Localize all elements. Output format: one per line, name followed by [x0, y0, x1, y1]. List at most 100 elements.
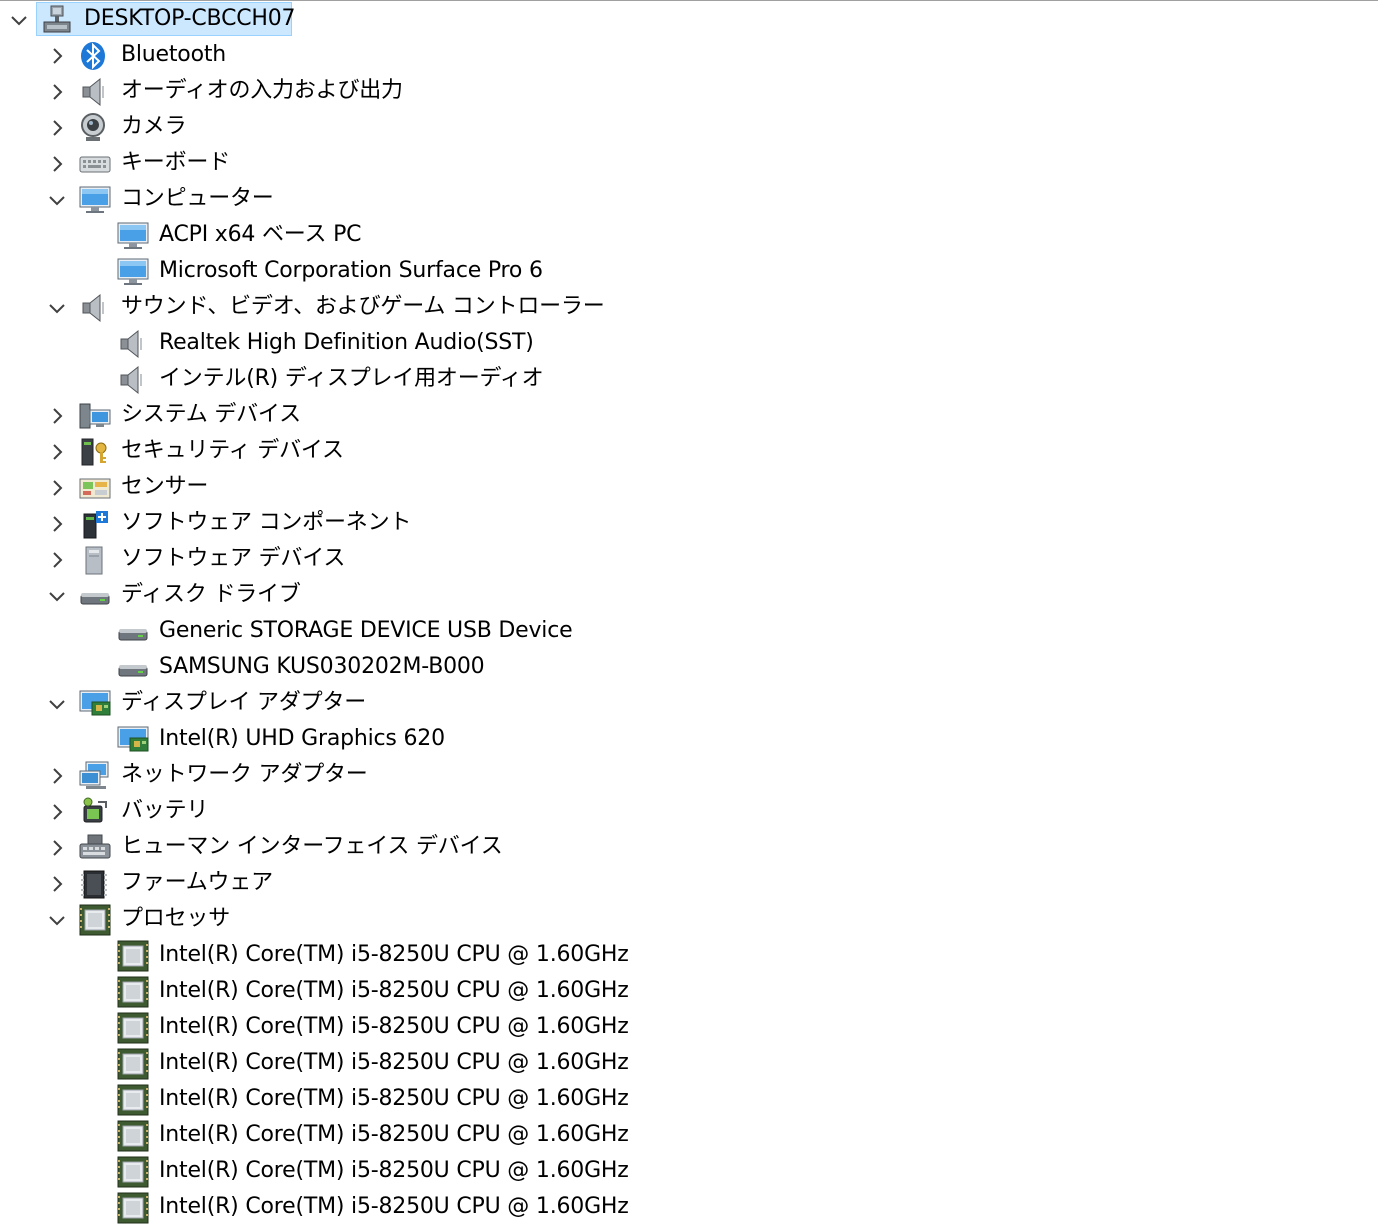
category-row[interactable]: センサー: [0, 470, 1378, 506]
category-row[interactable]: ソフトウェア コンポーネント: [0, 506, 1378, 542]
processor-icon: [116, 1192, 150, 1224]
device-row[interactable]: Intel(R) Core(TM) i5-8250U CPU @ 1.60GHz: [0, 1010, 1378, 1046]
chevron-right-icon[interactable]: [46, 873, 68, 895]
category-row[interactable]: サウンド、ビデオ、およびゲーム コントローラー: [0, 290, 1378, 326]
security-key-icon: [78, 436, 112, 468]
device-label: Intel(R) Core(TM) i5-8250U CPU @ 1.60GHz: [159, 978, 629, 1003]
category-row[interactable]: ネットワーク アダプター: [0, 758, 1378, 794]
category-label: カメラ: [121, 114, 187, 139]
category-row[interactable]: Bluetooth: [0, 38, 1378, 74]
chevron-down-icon[interactable]: [8, 9, 30, 31]
device-row[interactable]: Generic STORAGE DEVICE USB Device: [0, 614, 1378, 650]
category-row[interactable]: ソフトウェア デバイス: [0, 542, 1378, 578]
device-row[interactable]: Intel(R) Core(TM) i5-8250U CPU @ 1.60GHz: [0, 1082, 1378, 1118]
device-row[interactable]: Microsoft Corporation Surface Pro 6: [0, 254, 1378, 290]
category-label: ソフトウェア デバイス: [121, 546, 346, 571]
device-label: Generic STORAGE DEVICE USB Device: [159, 618, 573, 643]
hid-icon: [78, 832, 112, 864]
chevron-down-icon[interactable]: [46, 909, 68, 931]
category-label: ネットワーク アダプター: [121, 762, 368, 787]
processor-icon: [116, 1120, 150, 1152]
category-row[interactable]: バッテリ: [0, 794, 1378, 830]
chevron-right-icon[interactable]: [46, 117, 68, 139]
chevron-down-icon[interactable]: [46, 297, 68, 319]
device-row[interactable]: Intel(R) Core(TM) i5-8250U CPU @ 1.60GHz: [0, 974, 1378, 1010]
processor-icon: [116, 976, 150, 1008]
window-top-border: [0, 0, 1378, 1]
category-label: ディスプレイ アダプター: [121, 690, 367, 715]
device-label: Intel(R) Core(TM) i5-8250U CPU @ 1.60GHz: [159, 1086, 629, 1111]
category-label: バッテリ: [121, 798, 209, 823]
device-label: Intel(R) Core(TM) i5-8250U CPU @ 1.60GHz: [159, 1014, 629, 1039]
device-row[interactable]: Intel(R) Core(TM) i5-8250U CPU @ 1.60GHz: [0, 1154, 1378, 1190]
chevron-right-icon[interactable]: [46, 441, 68, 463]
category-row[interactable]: キーボード: [0, 146, 1378, 182]
chevron-down-icon[interactable]: [46, 189, 68, 211]
display-adapter-icon: [116, 724, 150, 756]
category-row[interactable]: オーディオの入力および出力: [0, 74, 1378, 110]
category-row[interactable]: コンピューター: [0, 182, 1378, 218]
category-label: ファームウェア: [121, 870, 273, 895]
device-row[interactable]: ACPI x64 ベース PC: [0, 218, 1378, 254]
software-component-icon: [78, 508, 112, 540]
device-label: Intel(R) UHD Graphics 620: [159, 726, 445, 751]
device-row[interactable]: インテル(R) ディスプレイ用オーディオ: [0, 362, 1378, 398]
chevron-right-icon[interactable]: [46, 801, 68, 823]
device-row[interactable]: Intel(R) Core(TM) i5-8250U CPU @ 1.60GHz: [0, 1046, 1378, 1082]
category-label: オーディオの入力および出力: [121, 78, 403, 103]
processor-icon: [116, 1156, 150, 1188]
chevron-down-icon[interactable]: [46, 693, 68, 715]
speaker-icon: [78, 292, 112, 324]
chevron-right-icon[interactable]: [46, 153, 68, 175]
chevron-right-icon[interactable]: [46, 81, 68, 103]
device-label: Intel(R) Core(TM) i5-8250U CPU @ 1.60GHz: [159, 1158, 629, 1183]
device-label: Intel(R) Core(TM) i5-8250U CPU @ 1.60GHz: [159, 1122, 629, 1147]
category-row[interactable]: セキュリティ デバイス: [0, 434, 1378, 470]
monitor-icon: [78, 184, 112, 216]
chevron-right-icon[interactable]: [46, 45, 68, 67]
chevron-right-icon[interactable]: [46, 477, 68, 499]
firmware-icon: [78, 868, 112, 900]
system-devices-icon: [78, 400, 112, 432]
speaker-icon: [116, 364, 150, 396]
device-row[interactable]: Intel(R) Core(TM) i5-8250U CPU @ 1.60GHz: [0, 1118, 1378, 1154]
chevron-down-icon[interactable]: [46, 585, 68, 607]
category-row[interactable]: ディスプレイ アダプター: [0, 686, 1378, 722]
software-device-icon: [78, 544, 112, 576]
device-label: ACPI x64 ベース PC: [159, 222, 362, 247]
category-row[interactable]: ヒューマン インターフェイス デバイス: [0, 830, 1378, 866]
category-row[interactable]: ディスク ドライブ: [0, 578, 1378, 614]
speaker-icon: [116, 328, 150, 360]
category-label: Bluetooth: [121, 42, 226, 67]
category-label: セキュリティ デバイス: [121, 438, 344, 463]
category-row[interactable]: システム デバイス: [0, 398, 1378, 434]
category-row[interactable]: ファームウェア: [0, 866, 1378, 902]
speaker-icon: [78, 76, 112, 108]
disk-drive-icon: [116, 616, 150, 648]
device-row[interactable]: SAMSUNG KUS030202M-B000: [0, 650, 1378, 686]
category-label: システム デバイス: [121, 402, 301, 427]
chevron-right-icon[interactable]: [46, 549, 68, 571]
chevron-right-icon[interactable]: [46, 837, 68, 859]
device-row[interactable]: Intel(R) UHD Graphics 620: [0, 722, 1378, 758]
device-row[interactable]: Intel(R) Core(TM) i5-8250U CPU @ 1.60GHz: [0, 1190, 1378, 1226]
display-adapter-icon: [78, 688, 112, 720]
device-row[interactable]: Intel(R) Core(TM) i5-8250U CPU @ 1.60GHz: [0, 938, 1378, 974]
category-row[interactable]: カメラ: [0, 110, 1378, 146]
category-label: サウンド、ビデオ、およびゲーム コントローラー: [121, 294, 605, 319]
category-label: センサー: [121, 474, 209, 499]
processor-icon: [116, 1048, 150, 1080]
category-row[interactable]: プロセッサ: [0, 902, 1378, 938]
device-label: インテル(R) ディスプレイ用オーディオ: [159, 366, 544, 391]
device-row[interactable]: Realtek High Definition Audio(SST): [0, 326, 1378, 362]
tree-root-node[interactable]: DESKTOP-CBCCH07: [0, 2, 1378, 36]
camera-icon: [78, 112, 112, 144]
category-label: キーボード: [121, 150, 231, 175]
device-label: Realtek High Definition Audio(SST): [159, 330, 534, 355]
chevron-right-icon[interactable]: [46, 513, 68, 535]
category-label: ディスク ドライブ: [121, 582, 301, 607]
processor-icon: [116, 1084, 150, 1116]
chevron-right-icon[interactable]: [46, 765, 68, 787]
battery-icon: [78, 796, 112, 828]
chevron-right-icon[interactable]: [46, 405, 68, 427]
